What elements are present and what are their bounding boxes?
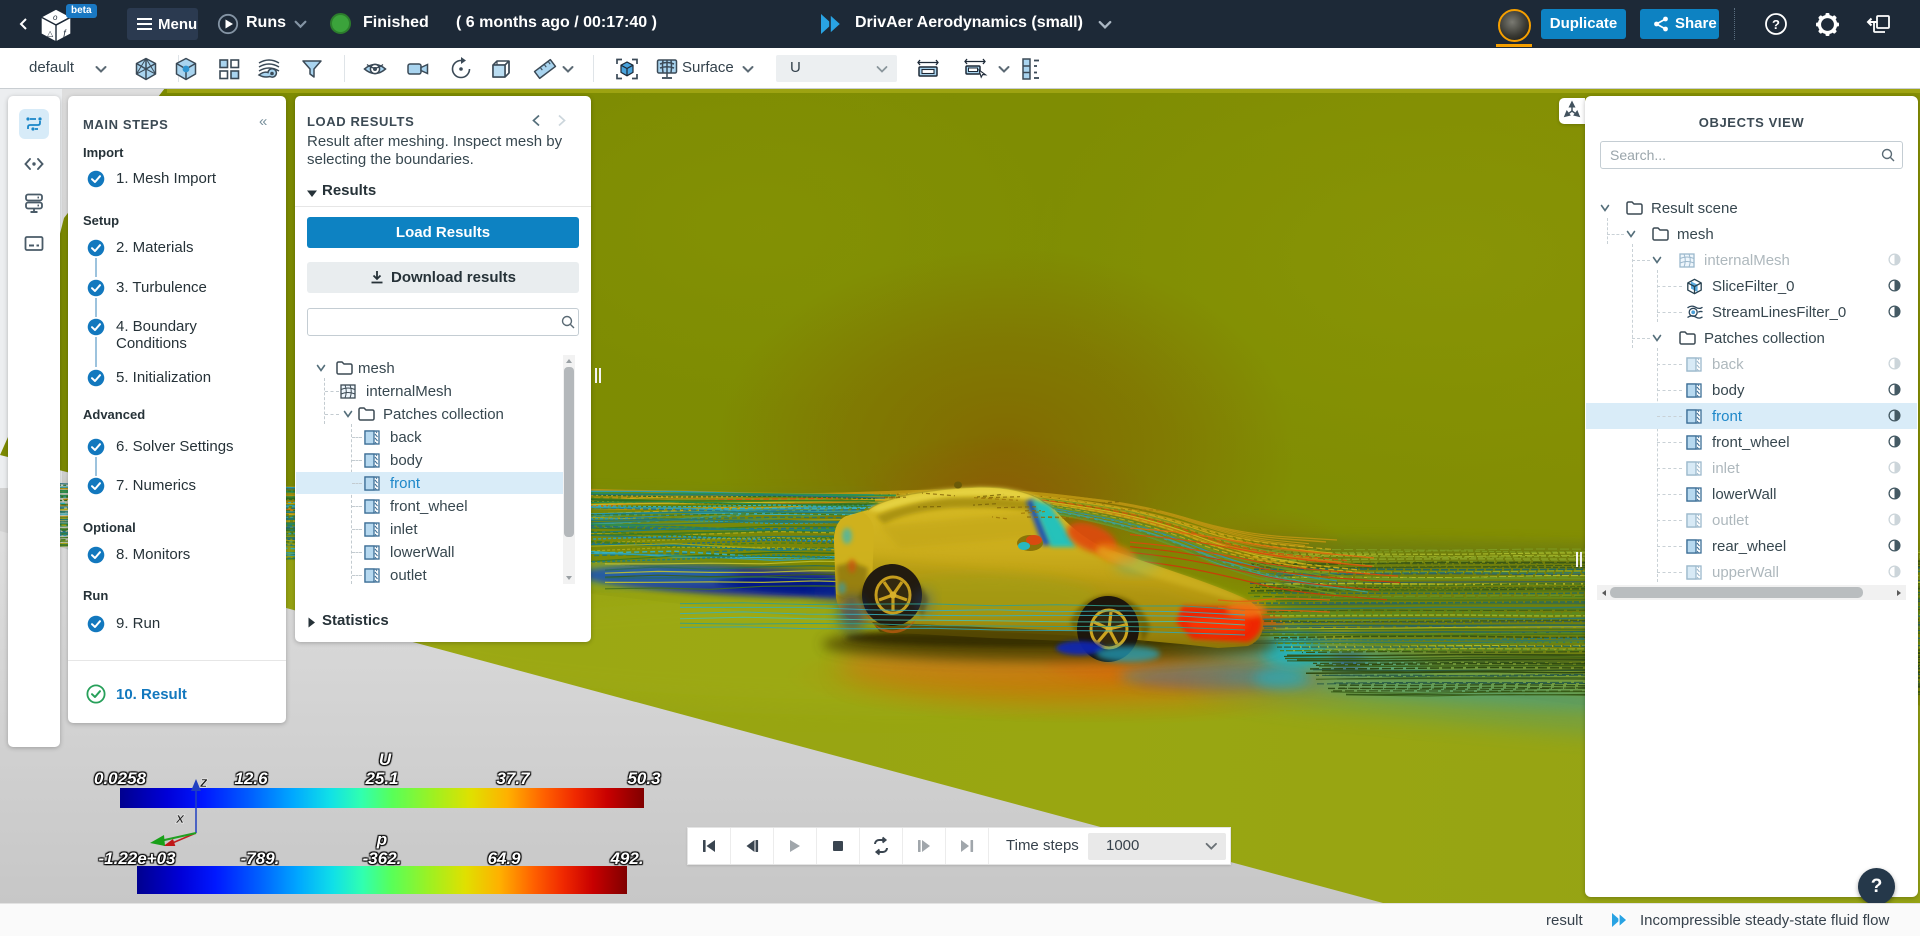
svg-text:z: z (199, 774, 208, 791)
svg-text:△: △ (47, 29, 54, 38)
svg-text:o: o (53, 13, 58, 22)
svg-text:?: ? (1772, 17, 1780, 32)
svg-text:x: x (175, 810, 185, 827)
svg-text:ƒ: ƒ (62, 28, 67, 38)
